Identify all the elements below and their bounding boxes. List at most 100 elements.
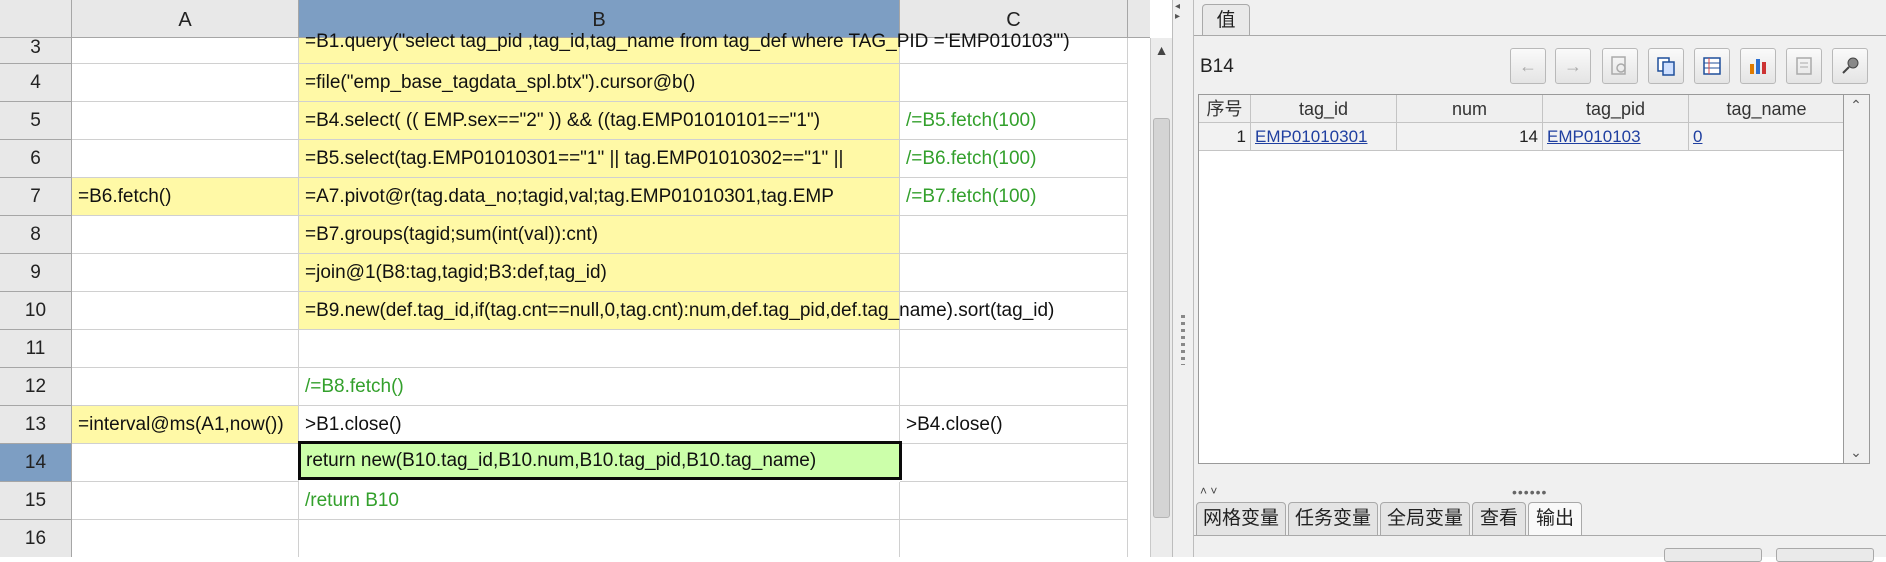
cell-c11[interactable]	[900, 330, 1128, 368]
cell-a16[interactable]	[72, 520, 299, 557]
tab-task-variables[interactable]: 任务变量	[1288, 502, 1378, 536]
cell-b7[interactable]: =A7.pivot@r(tag.data_no;tagid,val;tag.EM…	[299, 178, 900, 216]
current-cell-ref: B14	[1200, 56, 1234, 77]
cell-b13[interactable]: >B1.close()	[299, 406, 900, 444]
column-header-num[interactable]: num	[1397, 95, 1543, 123]
cell-c5[interactable]: /=B5.fetch(100)	[900, 102, 1128, 140]
row-header-8[interactable]: 8	[0, 216, 72, 254]
grid-corner[interactable]	[0, 0, 72, 38]
cell-a9[interactable]	[72, 254, 299, 292]
column-header-tag-name[interactable]: tag_name	[1689, 95, 1843, 123]
cell-b14-selected[interactable]: return new(B10.tag_id,B10.num,B10.tag_pi…	[298, 441, 902, 480]
cell-b12[interactable]: /=B8.fetch()	[299, 368, 900, 406]
spreadsheet-grid[interactable]: A B C 3 =B1.query("select tag_pid ,tag_i…	[0, 0, 1150, 557]
cell-a8[interactable]	[72, 216, 299, 254]
action-button-1[interactable]	[1664, 548, 1762, 562]
cell-b11[interactable]	[299, 330, 900, 368]
row-header-3[interactable]: 3	[0, 38, 72, 64]
cell-c13[interactable]: >B4.close()	[900, 406, 1128, 444]
cell-b14-text: return new(B10.tag_id,B10.num,B10.tag_pi…	[306, 450, 817, 471]
row-header-5[interactable]: 5	[0, 102, 72, 140]
cell-c14[interactable]	[900, 444, 1128, 482]
scroll-up-icon[interactable]: ▲	[1151, 38, 1172, 62]
cell-c9[interactable]	[900, 254, 1128, 292]
grid-scroll-thumb[interactable]	[1153, 118, 1170, 518]
row-header-4[interactable]: 4	[0, 64, 72, 102]
row-header-14[interactable]: 14	[0, 444, 72, 482]
cell-a12[interactable]	[72, 368, 299, 406]
cell-b10[interactable]: =B9.new(def.tag_id,if(tag.cnt==null,0,ta…	[299, 292, 1054, 330]
tab-output[interactable]: 输出	[1528, 502, 1582, 536]
copy-icon[interactable]	[1648, 48, 1684, 84]
cell-b6[interactable]: =B5.select(tag.EMP01010301=="1" || tag.E…	[299, 140, 900, 178]
cell-b16[interactable]	[299, 520, 900, 557]
row-header-9[interactable]: 9	[0, 254, 72, 292]
value-table-scrollbar[interactable]: ⌃ ⌄	[1844, 94, 1870, 464]
bar-chart-icon[interactable]	[1740, 48, 1776, 84]
collapse-toggle-icon[interactable]: ˄ ˅	[1200, 484, 1217, 498]
column-header-index[interactable]: 序号	[1199, 95, 1251, 123]
table-view-icon[interactable]	[1694, 48, 1730, 84]
row-header-13[interactable]: 13	[0, 406, 72, 444]
column-header-filler	[1128, 0, 1150, 38]
search-doc-icon[interactable]	[1602, 48, 1638, 84]
tab-view[interactable]: 查看	[1472, 502, 1526, 536]
cell-b9-text: =join@1(B8:tag,tagid;B3:def,tag_id)	[305, 262, 607, 283]
cell-c7[interactable]: /=B7.fetch(100)	[900, 178, 1128, 216]
cell-c15[interactable]	[900, 482, 1128, 520]
collapse-arrows-icon[interactable]: ◂ ▸	[1175, 2, 1180, 22]
column-header-tag-id[interactable]: tag_id	[1251, 95, 1397, 123]
cell-a5[interactable]	[72, 102, 299, 140]
column-header-a[interactable]: A	[72, 0, 299, 38]
cell-a15[interactable]	[72, 482, 299, 520]
row-1-tag-pid[interactable]: EMP010103	[1543, 123, 1689, 151]
cell-c12[interactable]	[900, 368, 1128, 406]
cell-b15[interactable]: /return B10	[299, 482, 900, 520]
row-header-6[interactable]: 6	[0, 140, 72, 178]
tab-global-variables[interactable]: 全局变量	[1380, 502, 1470, 536]
cell-b4[interactable]: =file("emp_base_tagdata_spl.btx").cursor…	[299, 64, 900, 102]
cell-c7-text: /=B7.fetch(100)	[906, 186, 1037, 207]
cell-c4[interactable]	[900, 64, 1128, 102]
cell-a3[interactable]	[72, 38, 299, 64]
arrow-left-icon[interactable]: ←	[1510, 48, 1546, 84]
row-1-num[interactable]: 14	[1397, 123, 1543, 151]
cell-a13[interactable]: =interval@ms(A1,now())	[72, 406, 299, 444]
row-header-10[interactable]: 10	[0, 292, 72, 330]
cell-b8-text: =B7.groups(tagid;sum(int(val)):cnt)	[305, 224, 599, 245]
row-header-7[interactable]: 7	[0, 178, 72, 216]
resize-grip-icon[interactable]: ••••••	[1512, 484, 1547, 500]
pin-icon[interactable]	[1832, 48, 1868, 84]
grid-vertical-scrollbar[interactable]: ▲	[1150, 38, 1172, 557]
value-table[interactable]: 序号 tag_id num tag_pid tag_name 1 EMP0101…	[1198, 94, 1844, 464]
panel-splitter[interactable]: ◂ ▸	[1172, 0, 1194, 557]
cell-b9[interactable]: =join@1(B8:tag,tagid;B3:def,tag_id)	[299, 254, 900, 292]
cell-a14[interactable]	[72, 444, 299, 482]
row-1-tag-id[interactable]: EMP01010301	[1251, 123, 1397, 151]
row-header-11[interactable]: 11	[0, 330, 72, 368]
tab-value[interactable]: 值	[1202, 4, 1250, 36]
cell-a10[interactable]	[72, 292, 299, 330]
column-header-tag-pid[interactable]: tag_pid	[1543, 95, 1689, 123]
settings-doc-icon[interactable]	[1786, 48, 1822, 84]
row-1-tag-name[interactable]: 0	[1689, 123, 1843, 151]
cell-a7[interactable]: =B6.fetch()	[72, 178, 299, 216]
splitter-grip-icon[interactable]	[1181, 315, 1185, 365]
cell-a6[interactable]	[72, 140, 299, 178]
chevron-down-icon[interactable]: ⌄	[1844, 444, 1868, 461]
cell-c16[interactable]	[900, 520, 1128, 557]
row-header-12[interactable]: 12	[0, 368, 72, 406]
row-header-16[interactable]: 16	[0, 520, 72, 557]
cell-b8[interactable]: =B7.groups(tagid;sum(int(val)):cnt)	[299, 216, 900, 254]
cell-c8[interactable]	[900, 216, 1128, 254]
cell-b5[interactable]: =B4.select( (( EMP.sex=="2" )) && ((tag.…	[299, 102, 900, 140]
row-header-15[interactable]: 15	[0, 482, 72, 520]
tab-grid-variables[interactable]: 网格变量	[1196, 502, 1286, 536]
cell-a4[interactable]	[72, 64, 299, 102]
cell-c6[interactable]: /=B6.fetch(100)	[900, 140, 1128, 178]
arrow-right-icon[interactable]: →	[1555, 48, 1591, 84]
action-button-2[interactable]	[1776, 548, 1874, 562]
chevron-up-icon[interactable]: ⌃	[1844, 97, 1868, 114]
cell-a11[interactable]	[72, 330, 299, 368]
cell-b3[interactable]: =B1.query("select tag_pid ,tag_id,tag_na…	[299, 32, 1070, 64]
